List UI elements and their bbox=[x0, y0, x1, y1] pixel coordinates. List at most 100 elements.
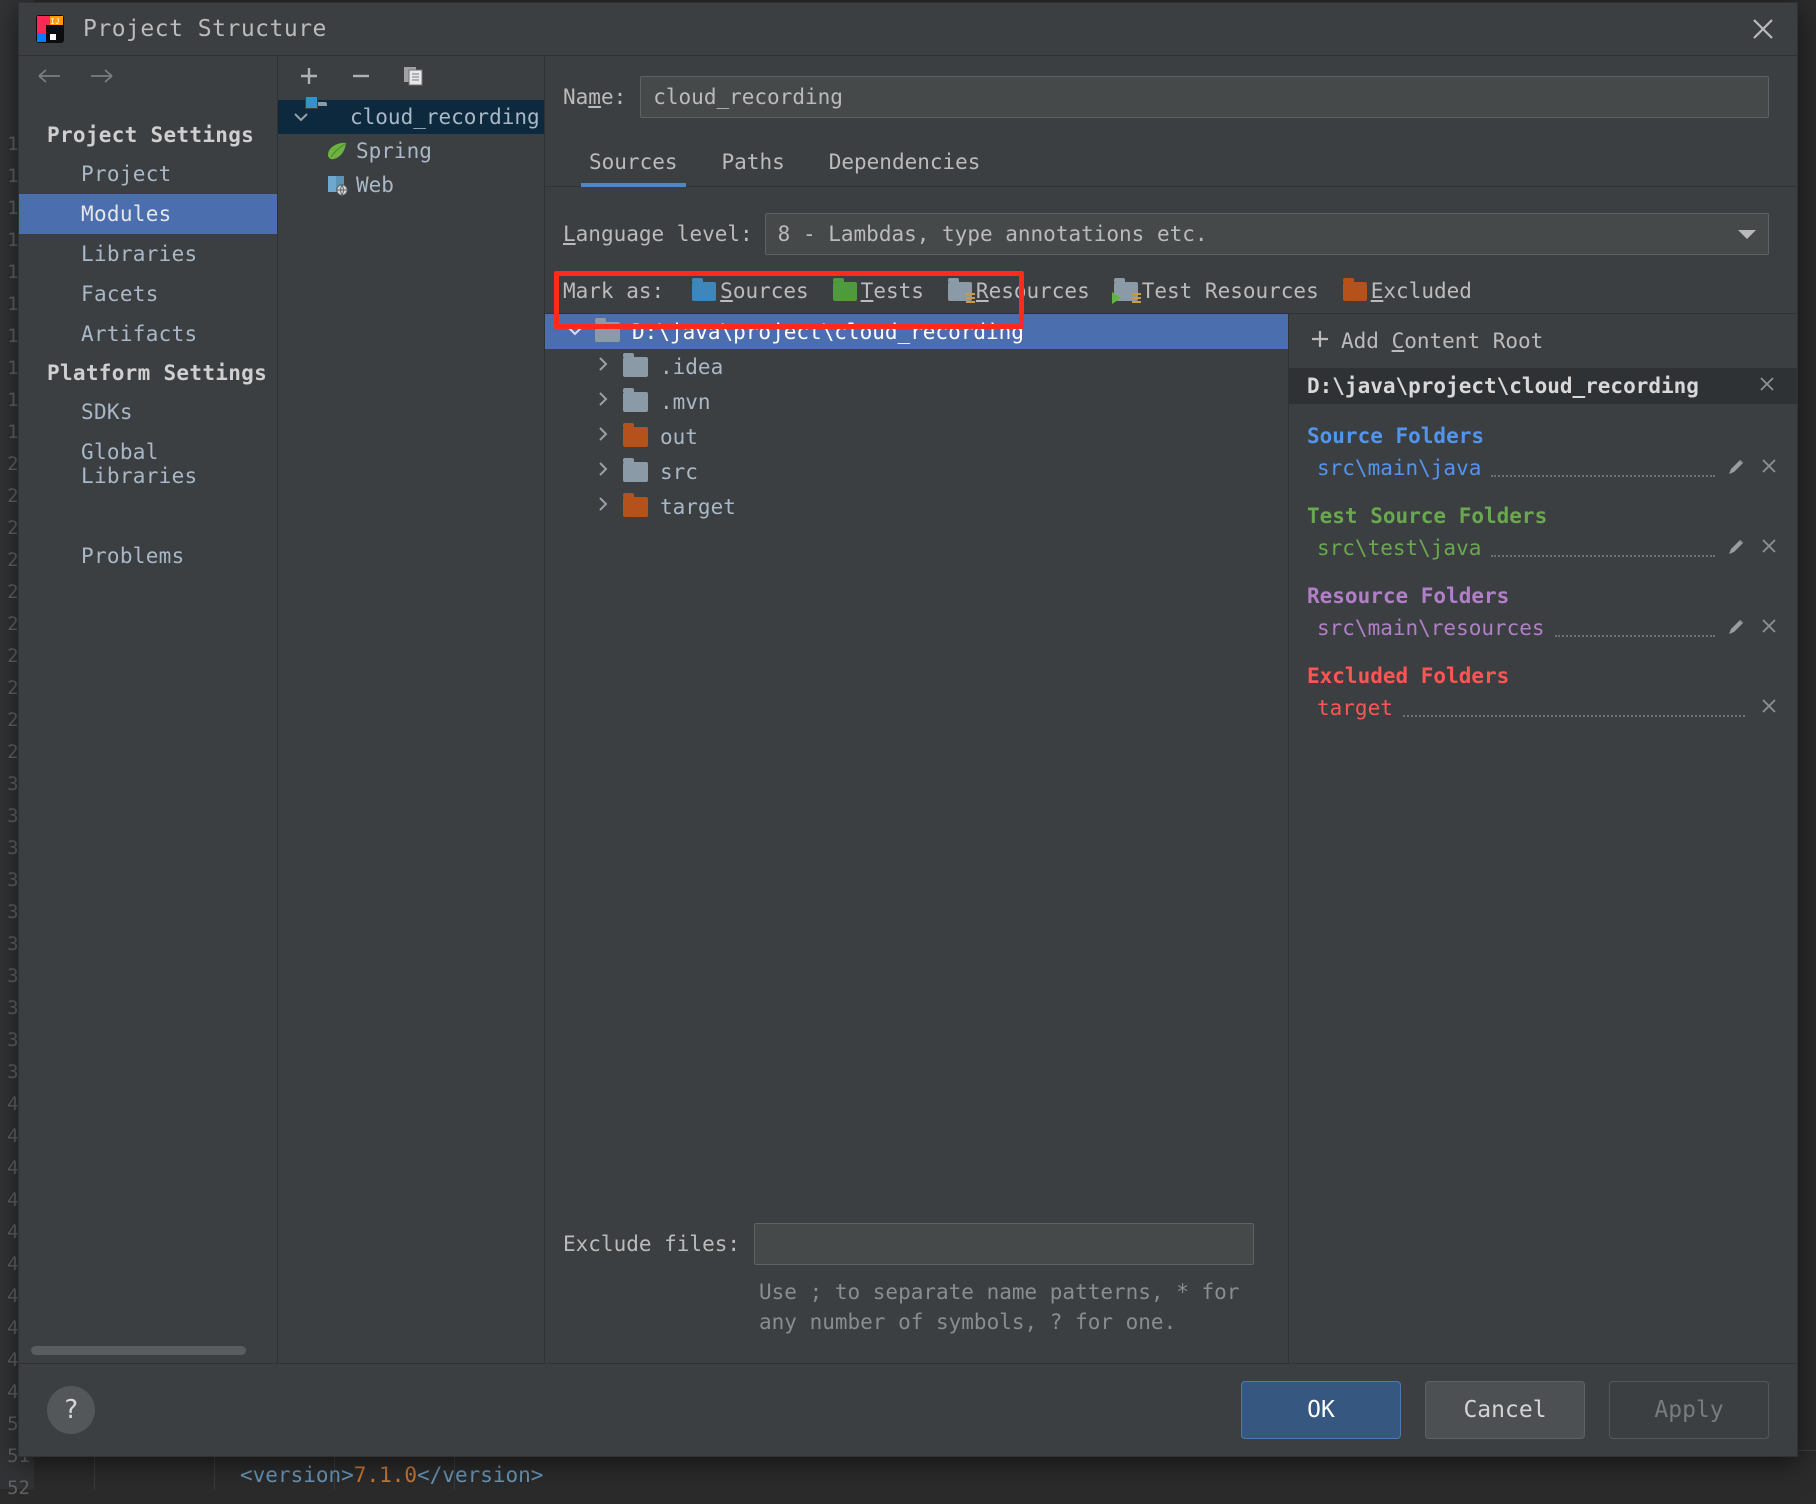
mark-as-excluded-button[interactable]: Excluded bbox=[1342, 277, 1472, 303]
arrow-left-icon[interactable] bbox=[37, 64, 63, 90]
test-source-folder-entry[interactable]: src\test\java bbox=[1307, 532, 1797, 564]
close-icon[interactable] bbox=[1753, 374, 1781, 398]
content-split: D:\java\project\cloud_recording .idea .m… bbox=[545, 313, 1797, 1363]
tab-sources[interactable]: Sources bbox=[567, 140, 700, 187]
close-icon[interactable] bbox=[1743, 9, 1783, 49]
tree-row-content-root[interactable]: D:\java\project\cloud_recording bbox=[545, 314, 1288, 349]
folder-resources-icon bbox=[947, 277, 975, 303]
chevron-right-icon[interactable] bbox=[583, 461, 623, 482]
sidebar-item-project[interactable]: Project bbox=[19, 154, 277, 194]
folder-icon bbox=[623, 387, 648, 412]
excluded-folder-entry[interactable]: target bbox=[1307, 692, 1797, 724]
sidebar-group-header-platform-settings: Platform Settings bbox=[47, 361, 268, 385]
module-name-label: Name: bbox=[563, 85, 627, 109]
plus-icon bbox=[1309, 328, 1331, 354]
tab-dependencies[interactable]: Dependencies bbox=[807, 140, 1003, 186]
source-folder-path: src\main\java bbox=[1317, 456, 1482, 480]
dialog-title: Project Structure bbox=[83, 16, 327, 42]
mark-as-label: Mark as: bbox=[563, 279, 665, 303]
tree-row-target[interactable]: target bbox=[545, 489, 1288, 524]
resource-folder-entry[interactable]: src\main\resources bbox=[1307, 612, 1797, 644]
dialog-titlebar: IJ Project Structure bbox=[19, 3, 1797, 56]
mark-as-tests-label: Tests bbox=[860, 279, 924, 303]
exclude-files-area: Exclude files: Use ; to separate name pa… bbox=[545, 1223, 1288, 1363]
mark-as-resources-button[interactable]: Resources bbox=[947, 277, 1090, 303]
add-content-root-button[interactable]: Add Content Root bbox=[1289, 314, 1797, 368]
tree-row-src[interactable]: src bbox=[545, 454, 1288, 489]
folder-sources-icon bbox=[692, 277, 717, 301]
language-level-select[interactable]: 8 - Lambdas, type annotations etc. bbox=[764, 213, 1769, 255]
close-icon[interactable] bbox=[1755, 616, 1783, 640]
sidebar-item-modules[interactable]: Modules bbox=[19, 194, 277, 234]
tree-row-idea[interactable]: .idea bbox=[545, 349, 1288, 384]
module-tree-item-label: Web bbox=[356, 173, 394, 197]
tree-row-mvn[interactable]: .mvn bbox=[545, 384, 1288, 419]
mark-as-test-resources-button[interactable]: Test Resources bbox=[1111, 277, 1319, 304]
dialog-footer: ? OK Cancel Apply bbox=[19, 1363, 1797, 1456]
cancel-button[interactable]: Cancel bbox=[1425, 1381, 1585, 1439]
module-tree-item-web[interactable]: Web bbox=[278, 168, 544, 202]
sidebar-item-sdks[interactable]: SDKs bbox=[19, 392, 277, 432]
excluded-folders-title: Excluded Folders bbox=[1307, 664, 1510, 688]
tree-row-label: out bbox=[660, 424, 698, 449]
code-tag-close: </version> bbox=[417, 1463, 544, 1487]
close-icon[interactable] bbox=[1755, 696, 1783, 720]
sidebar-item-problems[interactable]: Problems bbox=[19, 536, 277, 576]
source-folders-title: Source Folders bbox=[1307, 424, 1485, 448]
folder-excluded-icon bbox=[623, 492, 648, 517]
help-button[interactable]: ? bbox=[47, 1386, 95, 1434]
excluded-folders-group: Excluded Folders target bbox=[1289, 644, 1797, 724]
editor-code-line: <version>7.1.0</version> bbox=[240, 1463, 543, 1487]
test-source-folders-title: Test Source Folders bbox=[1307, 504, 1548, 528]
chevron-right-icon[interactable] bbox=[583, 496, 623, 517]
sidebar-item-global-libraries[interactable]: Global Libraries bbox=[19, 432, 277, 496]
close-icon[interactable] bbox=[1755, 536, 1783, 560]
apply-button: Apply bbox=[1609, 1381, 1769, 1439]
module-tree-item-spring[interactable]: Spring bbox=[278, 134, 544, 168]
module-tree-item-label: cloud_recording bbox=[350, 105, 540, 129]
sidebar-horizontal-scrollbar[interactable] bbox=[31, 1346, 246, 1355]
module-tabs: Sources Paths Dependencies bbox=[545, 118, 1797, 187]
mark-as-tests-button[interactable]: Tests bbox=[832, 277, 924, 303]
plus-icon[interactable] bbox=[296, 64, 322, 93]
sidebar-item-facets[interactable]: Facets bbox=[19, 274, 277, 314]
sidebar-group-header-project-settings: Project Settings bbox=[47, 123, 255, 147]
mark-as-sources-button[interactable]: Sources bbox=[692, 277, 809, 303]
intellij-idea-logo-icon: IJ bbox=[35, 14, 65, 44]
sidebar-item-libraries[interactable]: Libraries bbox=[19, 234, 277, 274]
source-folder-entry[interactable]: src\main\java bbox=[1307, 452, 1797, 484]
close-icon[interactable] bbox=[1755, 456, 1783, 480]
pencil-icon[interactable] bbox=[1725, 456, 1749, 480]
code-value: 7.1.0 bbox=[353, 1463, 418, 1487]
mark-as-resources-label: Resources bbox=[975, 279, 1090, 303]
arrow-right-icon[interactable] bbox=[89, 64, 115, 90]
tree-row-out[interactable]: out bbox=[545, 419, 1288, 454]
chevron-down-icon[interactable] bbox=[555, 322, 595, 342]
pencil-icon[interactable] bbox=[1725, 536, 1749, 560]
chevron-right-icon[interactable] bbox=[583, 391, 623, 412]
folder-tests-icon bbox=[832, 277, 857, 301]
dialog-body: Project Settings Project Modules Librari… bbox=[19, 56, 1797, 1363]
chevron-right-icon[interactable] bbox=[583, 356, 623, 377]
exclude-files-label: Exclude files: bbox=[563, 1232, 741, 1256]
ok-button[interactable]: OK bbox=[1241, 1381, 1401, 1439]
module-folder-icon bbox=[316, 106, 342, 128]
mark-as-test-resources-label: Test Resources bbox=[1141, 279, 1319, 303]
minus-icon[interactable] bbox=[348, 64, 374, 93]
code-tag-open: <version> bbox=[240, 1463, 354, 1487]
sidebar-item-artifacts[interactable]: Artifacts bbox=[19, 314, 277, 354]
exclude-files-input[interactable] bbox=[754, 1223, 1255, 1265]
resource-folder-path: src\main\resources bbox=[1317, 616, 1545, 640]
tab-paths[interactable]: Paths bbox=[700, 140, 807, 186]
web-facet-icon bbox=[324, 173, 350, 197]
chevron-down-icon[interactable] bbox=[286, 108, 316, 127]
pencil-icon[interactable] bbox=[1725, 616, 1749, 640]
module-name-input[interactable] bbox=[640, 76, 1769, 118]
copy-icon[interactable] bbox=[400, 64, 426, 93]
content-roots-panel: Add Content Root D:\java\project\cloud_r… bbox=[1289, 314, 1797, 1363]
tree-row-label: .idea bbox=[660, 354, 724, 379]
language-level-label: Language level: bbox=[563, 222, 753, 246]
module-tree-item-cloud_recording[interactable]: cloud_recording bbox=[278, 100, 544, 134]
chevron-right-icon[interactable] bbox=[583, 426, 623, 447]
chevron-down-icon[interactable] bbox=[1738, 229, 1756, 239]
